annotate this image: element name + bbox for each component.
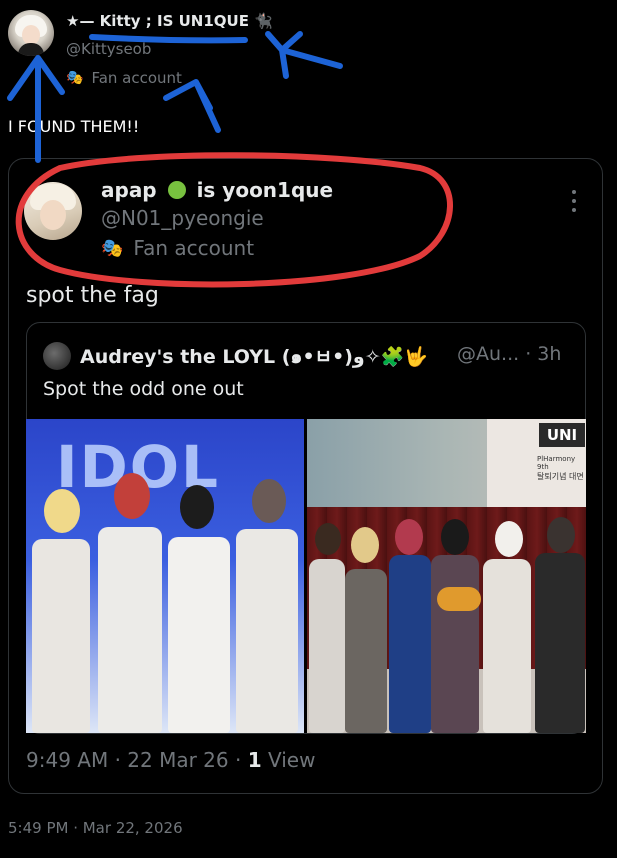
blue-arrow-handle	[163, 79, 221, 133]
display-name[interactable]: ★— Kitty ; IS UN1QUE 🐈‍⬛	[66, 12, 273, 30]
nested-handle-time[interactable]: @Au... · 3h	[457, 343, 561, 365]
views-label: View	[261, 748, 316, 772]
tweet-text: I FOUND THEM!!	[8, 117, 140, 136]
views-count: 1	[247, 748, 262, 772]
account-badge: 🎭 Fan account	[66, 69, 182, 87]
green-apple-icon	[167, 181, 186, 199]
nested-display-name[interactable]: Audrey's the LOYL (๑•ㅂ•)و✧🧩🤟	[80, 342, 428, 372]
photo-right[interactable]: UNI PlHarmony 9th 탈퇴기념 대면	[307, 419, 586, 733]
quoted-display-name[interactable]: apap is yoon1que	[101, 178, 333, 202]
photo-left[interactable]: IDOL	[26, 419, 304, 733]
banner-logo: UNI	[539, 423, 585, 447]
nested-tweet-text: Spot the odd one out	[43, 378, 244, 400]
theater-mask-icon: 🎭	[66, 70, 84, 86]
quoted-account-badge: 🎭 Fan account	[101, 236, 254, 260]
theater-mask-icon: 🎭	[101, 237, 124, 259]
nested-avatar[interactable]	[43, 342, 71, 370]
tweet-timestamp[interactable]: 5:49 PM · Mar 22, 2026	[8, 819, 183, 837]
banner-subtitle: PlHarmony 9th	[537, 455, 576, 471]
quoted-avatar[interactable]	[24, 182, 82, 240]
blue-arrow-avatar	[7, 55, 65, 163]
quoted-handle[interactable]: @N01_pyeongie	[101, 206, 264, 230]
banner-subtitle-2: 탈퇴기념 대면	[537, 472, 584, 481]
quoted-badge-label: Fan account	[133, 236, 255, 260]
screenshot-page: ★— Kitty ; IS UN1QUE 🐈‍⬛ @Kittyseob 🎭 Fa…	[0, 0, 617, 858]
quoted-tweet-text: spot the fag	[26, 283, 159, 308]
account-badge-label: Fan account	[91, 69, 182, 87]
user-handle[interactable]: @Kittyseob	[66, 40, 151, 58]
blue-arrow-cat	[265, 31, 343, 79]
quoted-name-part-a: apap	[101, 178, 157, 202]
quoted-timestamp[interactable]: 9:49 AM · 22 Mar 26 · 1 View	[26, 748, 315, 772]
quoted-name-part-b: is yoon1que	[196, 178, 334, 202]
avatar[interactable]	[8, 10, 54, 56]
more-vertical-icon[interactable]	[568, 190, 580, 212]
quoted-time: 9:49 AM · 22 Mar 26 ·	[26, 748, 248, 772]
